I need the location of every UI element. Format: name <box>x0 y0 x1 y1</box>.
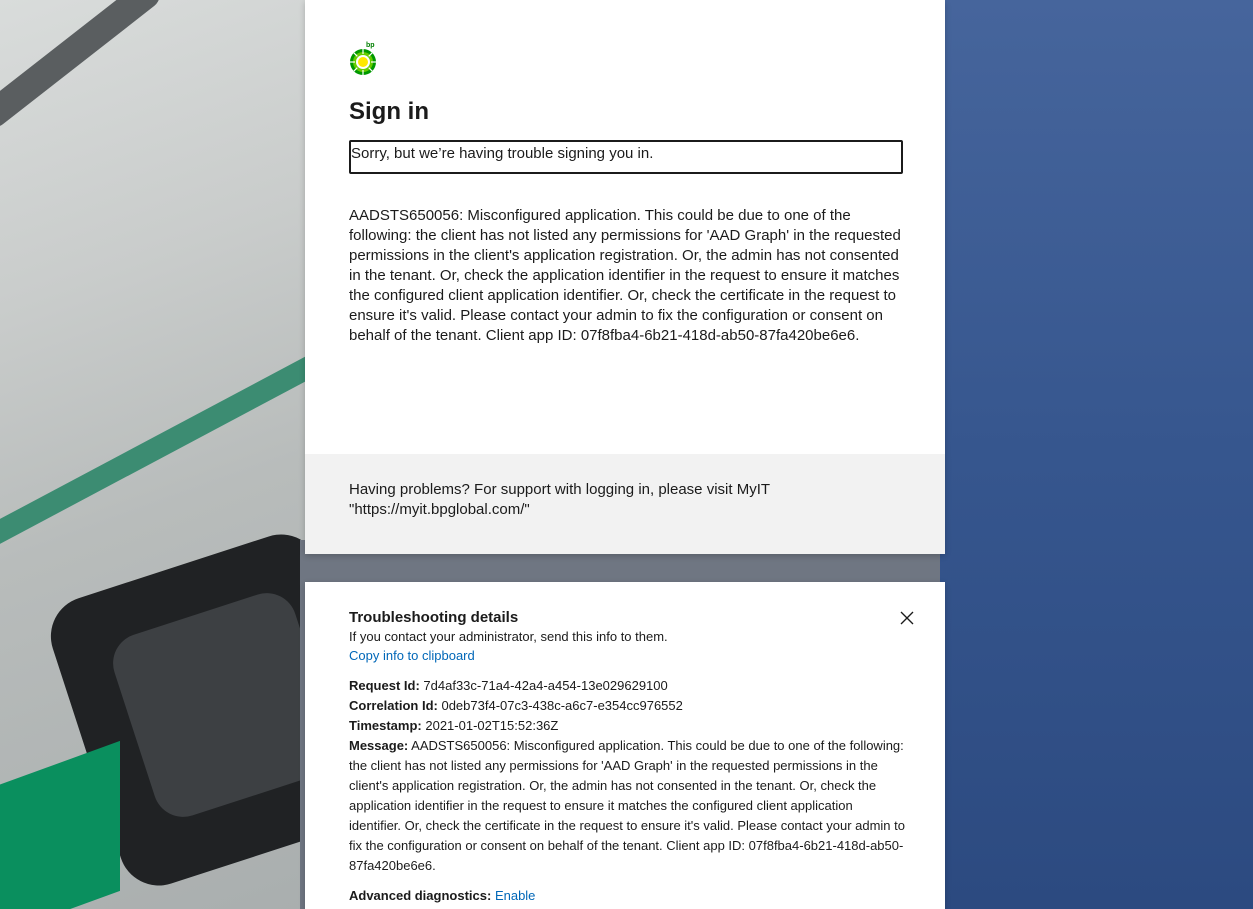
troubleshooting-subtitle: If you contact your administrator, send … <box>349 629 668 644</box>
background-stripe <box>0 0 166 133</box>
background-sleeve <box>940 0 1253 909</box>
message-value: AADSTS650056: Misconfigured application.… <box>349 738 905 873</box>
support-url: "https://myit.bpglobal.com/" <box>349 501 530 518</box>
timestamp-row: Timestamp: 2021-01-02T15:52:36Z <box>349 716 905 736</box>
support-text: Having problems? For support with loggin… <box>349 481 771 498</box>
request-id-row: Request Id: 7d4af33c-71a4-42a4-a454-13e0… <box>349 676 905 696</box>
bp-helios-icon <box>350 49 376 75</box>
message-label: Message: <box>349 738 409 753</box>
bp-logo: bp <box>349 40 379 76</box>
error-description: AADSTS650056: Misconfigured application.… <box>349 207 901 344</box>
signin-card-body: bp Sign in Sorry, but we’re having troub… <box>305 0 945 454</box>
enable-diagnostics-link[interactable]: Enable <box>495 888 535 903</box>
page-title: Sign in <box>349 98 429 125</box>
advanced-diagnostics-row: Advanced diagnostics: Enable <box>349 886 901 906</box>
copy-info-link[interactable]: Copy info to clipboard <box>349 646 475 666</box>
signin-card: bp Sign in Sorry, but we’re having troub… <box>305 0 945 554</box>
close-icon[interactable] <box>899 610 915 626</box>
correlation-id-value: 0deb73f4-07c3-438c-a6c7-e354cc976552 <box>441 698 683 713</box>
background-stripe <box>0 740 120 909</box>
background-pump-panel <box>0 0 400 909</box>
troubleshooting-panel: Troubleshooting details If you contact y… <box>305 582 945 909</box>
advanced-diagnostics-label: Advanced diagnostics: <box>349 888 492 903</box>
timestamp-label: Timestamp: <box>349 718 422 733</box>
support-footer: Having problems? For support with loggin… <box>305 454 945 554</box>
troubleshooting-title: Troubleshooting details <box>349 609 519 626</box>
timestamp-value: 2021-01-02T15:52:36Z <box>425 718 559 733</box>
troubleshooting-details: Request Id: 7d4af33c-71a4-42a4-a454-13e0… <box>349 676 905 876</box>
correlation-id-row: Correlation Id: 0deb73f4-07c3-438c-a6c7-… <box>349 696 905 716</box>
error-summary: Sorry, but we’re having trouble signing … <box>349 140 903 174</box>
request-id-value: 7d4af33c-71a4-42a4-a454-13e029629100 <box>423 678 668 693</box>
message-row: Message: AADSTS650056: Misconfigured app… <box>349 736 905 876</box>
correlation-id-label: Correlation Id: <box>349 698 438 713</box>
request-id-label: Request Id: <box>349 678 420 693</box>
